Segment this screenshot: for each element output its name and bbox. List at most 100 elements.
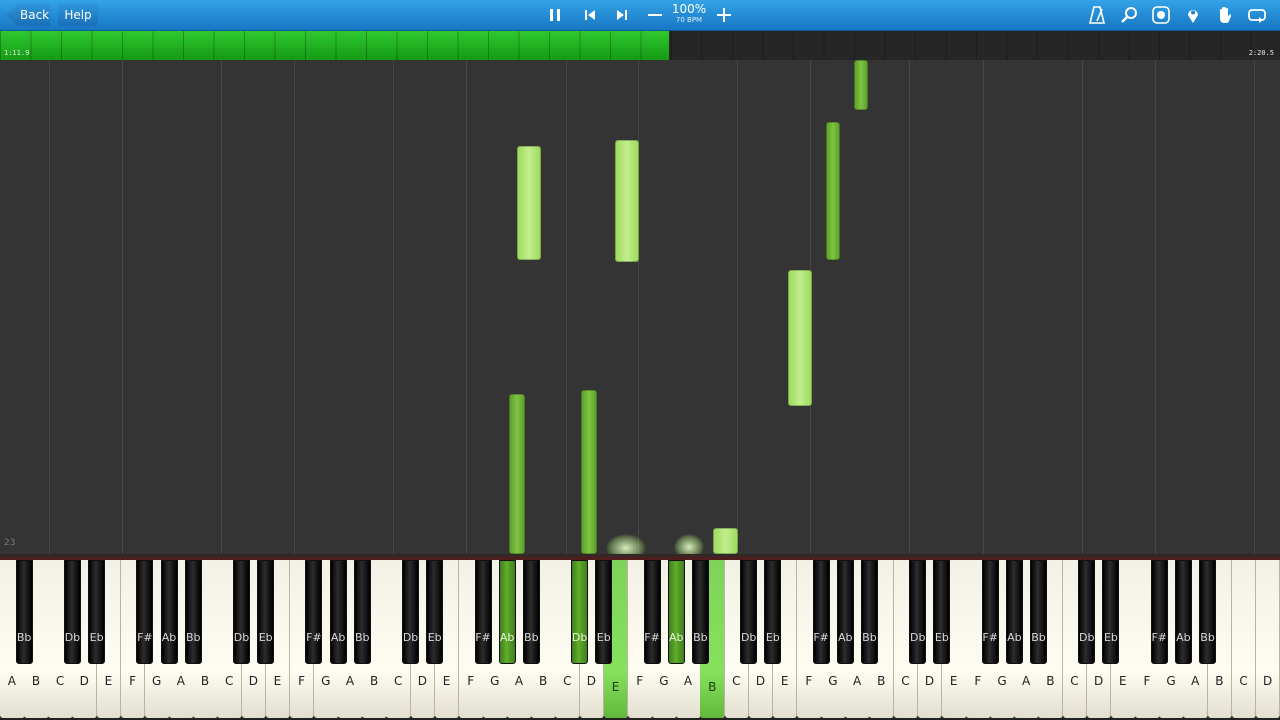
black-key[interactable]: Bb: [691, 560, 709, 664]
grid-line: [983, 60, 984, 554]
back-button[interactable]: Back: [6, 4, 50, 26]
falling-notes-area: 23: [0, 60, 1280, 554]
black-key[interactable]: Eb: [426, 560, 444, 664]
key-label: C: [563, 674, 572, 688]
grid-line: [1082, 60, 1083, 554]
black-key[interactable]: F#: [643, 560, 661, 664]
piano-keyboard[interactable]: ABCDEFGABCDEFGABCDEFGABCDEFGABCDEFGABCDE…: [0, 560, 1280, 720]
key-label: Eb: [765, 631, 780, 644]
black-key[interactable]: Eb: [933, 560, 951, 664]
black-key[interactable]: Ab: [160, 560, 178, 664]
key-label: C: [55, 674, 65, 688]
black-key[interactable]: Bb: [184, 560, 202, 664]
measure-number: 23: [4, 538, 16, 548]
key-label: G: [490, 674, 500, 688]
key-label: E: [273, 674, 282, 688]
black-key[interactable]: Eb: [1102, 560, 1120, 664]
key-label: F: [805, 674, 813, 688]
black-key[interactable]: Ab: [329, 560, 347, 664]
key-label: A: [683, 674, 693, 688]
tempo-percent: 100%: [671, 2, 707, 16]
key-label: D: [1263, 674, 1273, 688]
key-label: F: [1143, 674, 1151, 688]
key-label: Ab: [838, 631, 853, 644]
black-key[interactable]: Bb: [1199, 560, 1217, 664]
black-key[interactable]: F#: [136, 560, 154, 664]
black-key[interactable]: Db: [233, 560, 250, 664]
key-label: E: [780, 674, 789, 688]
key-label: Bb: [693, 631, 708, 644]
key-label: E: [611, 680, 620, 694]
grid-line: [49, 60, 50, 554]
key-label: Db: [402, 631, 419, 644]
key-label: Eb: [89, 631, 104, 644]
hand-icon[interactable]: [1215, 5, 1235, 25]
song-progress-bar[interactable]: 1:11.9 2:20.5: [0, 31, 1280, 60]
key-label: A: [852, 674, 862, 688]
black-key[interactable]: Db: [571, 560, 589, 664]
black-key[interactable]: F#: [981, 560, 999, 664]
black-key[interactable]: Eb: [257, 560, 275, 664]
key-label: F: [636, 674, 644, 688]
black-key[interactable]: Eb: [764, 560, 782, 664]
total-time: 2:20.5: [1248, 49, 1274, 57]
black-key[interactable]: Bb: [1029, 560, 1047, 664]
black-key[interactable]: Eb: [88, 560, 106, 664]
plus-icon[interactable]: [714, 5, 734, 25]
skip-forward-icon[interactable]: [612, 5, 632, 25]
black-key[interactable]: Bb: [15, 560, 33, 664]
location-pin-icon[interactable]: [1183, 5, 1203, 25]
key-label: A: [1022, 674, 1031, 688]
pause-icon[interactable]: [545, 5, 565, 25]
black-key[interactable]: Ab: [1174, 560, 1192, 664]
key-label: Ab: [330, 631, 346, 644]
key-label: E: [442, 674, 451, 688]
black-key[interactable]: Db: [1078, 560, 1096, 664]
key-label: C: [732, 674, 741, 688]
note-label-icon[interactable]: [1151, 5, 1171, 25]
tempo-display: 100% 70 BPM: [670, 3, 708, 25]
black-key[interactable]: Bb: [860, 560, 878, 664]
black-key[interactable]: Eb: [595, 560, 613, 664]
black-key[interactable]: Bb: [353, 560, 371, 664]
falling-note: [581, 390, 597, 554]
minus-icon[interactable]: [645, 5, 665, 25]
black-key[interactable]: Bb: [522, 560, 540, 664]
key-label: B: [31, 674, 41, 688]
black-key[interactable]: F#: [1150, 560, 1168, 664]
falling-note: [854, 60, 868, 110]
grid-line: [294, 60, 295, 554]
falling-note: [509, 394, 525, 554]
key-label: A: [345, 674, 355, 688]
black-key[interactable]: Db: [740, 560, 758, 664]
loop-icon[interactable]: [1247, 5, 1267, 25]
grid-line: [393, 60, 394, 554]
key-label: F: [129, 674, 137, 688]
key-label: Db: [740, 631, 757, 644]
grid-line: [909, 60, 910, 554]
key-label: B: [1215, 674, 1224, 688]
metronome-icon[interactable]: [1087, 5, 1107, 25]
key-label: A: [514, 674, 524, 688]
black-key[interactable]: Ab: [836, 560, 854, 664]
black-key[interactable]: Ab: [1005, 560, 1023, 664]
black-key[interactable]: Db: [63, 560, 81, 664]
black-key[interactable]: F#: [812, 560, 830, 664]
key-label: Db: [1079, 631, 1095, 644]
black-key[interactable]: Ab: [498, 560, 516, 664]
black-key[interactable]: F#: [305, 560, 323, 664]
white-key[interactable]: C: [1231, 560, 1257, 718]
black-key[interactable]: F#: [474, 560, 492, 664]
key-label: B: [539, 674, 548, 688]
note-hit-glow: [674, 534, 704, 554]
search-icon[interactable]: [1119, 5, 1139, 25]
black-key[interactable]: Db: [402, 560, 420, 664]
tempo-bpm: 70 BPM: [675, 16, 703, 24]
skip-back-icon[interactable]: [580, 5, 600, 25]
key-label: A: [1191, 674, 1200, 688]
black-key[interactable]: Ab: [667, 560, 685, 664]
key-label: B: [200, 674, 210, 688]
white-key[interactable]: D: [1255, 560, 1280, 718]
black-key[interactable]: Db: [909, 560, 927, 664]
help-button[interactable]: Help: [58, 4, 98, 26]
